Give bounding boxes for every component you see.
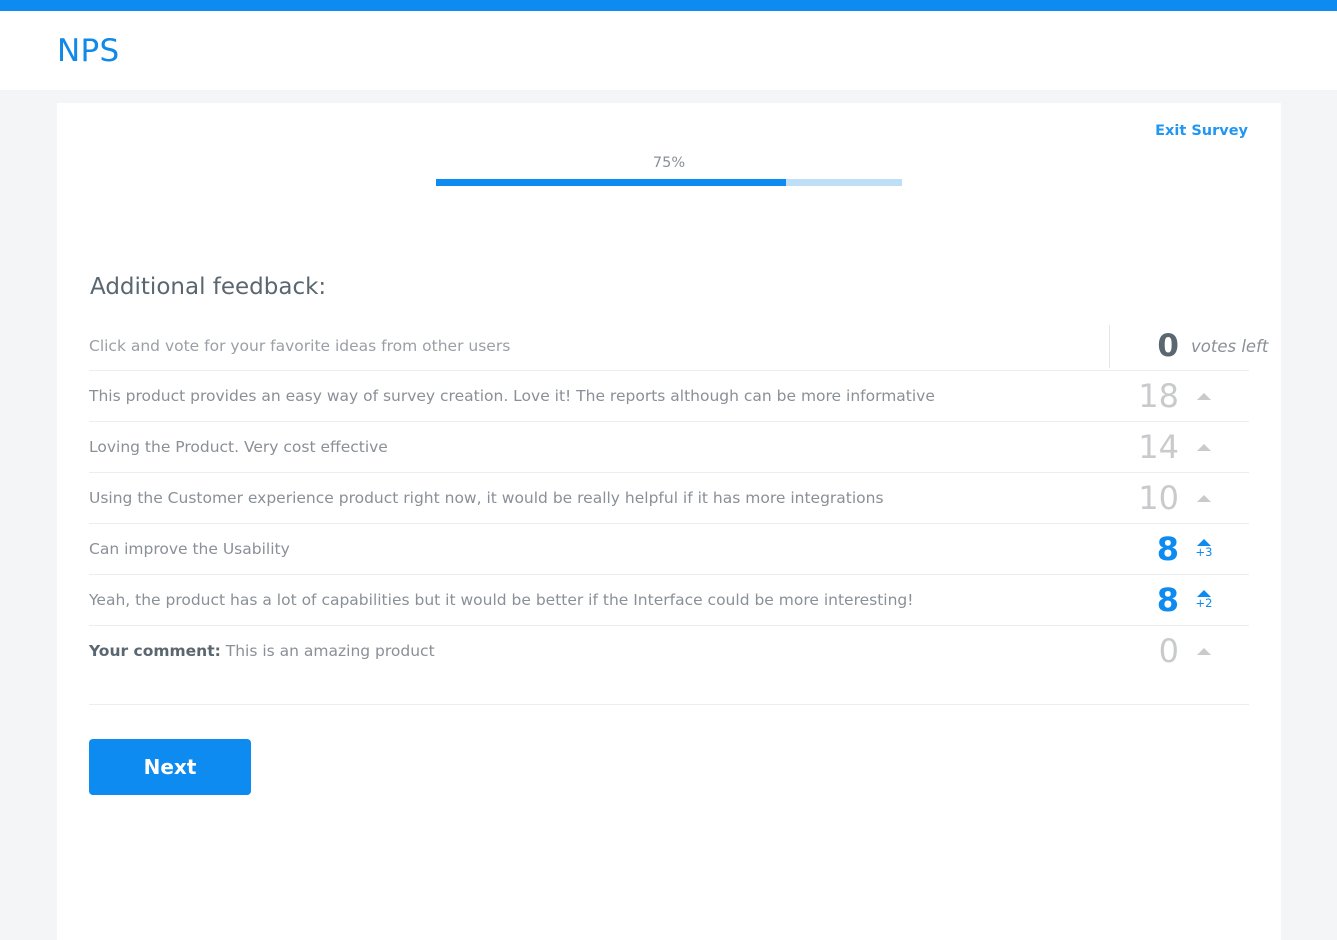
form-divider bbox=[89, 704, 1249, 705]
vote-delta-label: +2 bbox=[1195, 596, 1213, 611]
idea-text: This product provides an easy way of sur… bbox=[89, 386, 935, 405]
caret-up-icon bbox=[1197, 443, 1211, 451]
upvote-caret-icon[interactable]: +2 bbox=[1191, 590, 1217, 610]
caret-up-icon bbox=[1197, 647, 1211, 655]
own-comment-row[interactable]: Your comment: This is an amazing product… bbox=[89, 625, 1249, 676]
vote-count: 8 bbox=[1156, 530, 1179, 568]
upvote-caret-icon[interactable] bbox=[1191, 494, 1217, 502]
progress-fill bbox=[436, 179, 786, 186]
vote-block: 8 +3 bbox=[1109, 533, 1249, 565]
upvote-caret-icon[interactable] bbox=[1191, 647, 1217, 655]
progress-indicator: 75% bbox=[436, 125, 902, 186]
exit-survey-row: Exit Survey bbox=[1155, 123, 1248, 139]
idea-text: Can improve the Usability bbox=[89, 539, 290, 558]
caret-up-icon bbox=[1197, 392, 1211, 400]
idea-row[interactable]: This product provides an easy way of sur… bbox=[89, 370, 1249, 421]
top-accent-bar bbox=[0, 0, 1337, 11]
vote-count: 10 bbox=[1138, 479, 1179, 517]
votes-left-block: 0 votes left bbox=[1109, 324, 1268, 368]
idea-text: Your comment: This is an amazing product bbox=[89, 641, 435, 660]
votes-left-label: votes left bbox=[1191, 336, 1269, 356]
ideas-list: Click and vote for your favorite ideas f… bbox=[89, 322, 1268, 676]
app-header: NPS bbox=[0, 11, 1337, 90]
vote-count: 14 bbox=[1138, 428, 1179, 466]
vote-block: 8 +2 bbox=[1109, 584, 1249, 616]
idea-row[interactable]: Using the Customer experience product ri… bbox=[89, 472, 1249, 523]
caret-up-icon bbox=[1197, 494, 1211, 502]
page-body: Exit Survey 75% Additional feedback: Cli… bbox=[0, 90, 1337, 940]
vote-block: 14 bbox=[1109, 431, 1249, 463]
upvote-caret-icon[interactable]: +3 bbox=[1191, 539, 1217, 559]
idea-text: Loving the Product. Very cost effective bbox=[89, 437, 388, 456]
idea-text: Yeah, the product has a lot of capabilit… bbox=[89, 590, 914, 609]
idea-row[interactable]: Yeah, the product has a lot of capabilit… bbox=[89, 574, 1249, 625]
vote-count: 0 bbox=[1158, 632, 1179, 670]
next-button[interactable]: Next bbox=[89, 739, 251, 795]
vote-block: 10 bbox=[1109, 482, 1249, 514]
upvote-caret-icon[interactable] bbox=[1191, 392, 1217, 400]
vote-instruction-row: Click and vote for your favorite ideas f… bbox=[89, 322, 1268, 370]
vote-count: 8 bbox=[1156, 581, 1179, 619]
section-heading: Additional feedback: bbox=[90, 274, 327, 300]
progress-percent-label: 75% bbox=[652, 155, 686, 171]
idea-row[interactable]: Can improve the Usability 8 +3 bbox=[89, 523, 1249, 574]
vote-block: 18 bbox=[1109, 380, 1249, 412]
vote-instruction-text: Click and vote for your favorite ideas f… bbox=[89, 336, 511, 355]
progress-track bbox=[436, 179, 902, 186]
your-comment-label: Your comment: bbox=[89, 641, 221, 660]
idea-row[interactable]: Loving the Product. Very cost effective 1… bbox=[89, 421, 1249, 472]
idea-text: Using the Customer experience product ri… bbox=[89, 488, 884, 507]
vote-delta-label: +3 bbox=[1195, 545, 1213, 560]
votes-left-count: 0 bbox=[1157, 327, 1179, 364]
survey-card: Exit Survey 75% Additional feedback: Cli… bbox=[57, 103, 1281, 940]
vote-block: 0 bbox=[1109, 635, 1249, 667]
upvote-caret-icon[interactable] bbox=[1191, 443, 1217, 451]
vote-count: 18 bbox=[1138, 377, 1179, 415]
page-title: NPS bbox=[57, 32, 120, 69]
